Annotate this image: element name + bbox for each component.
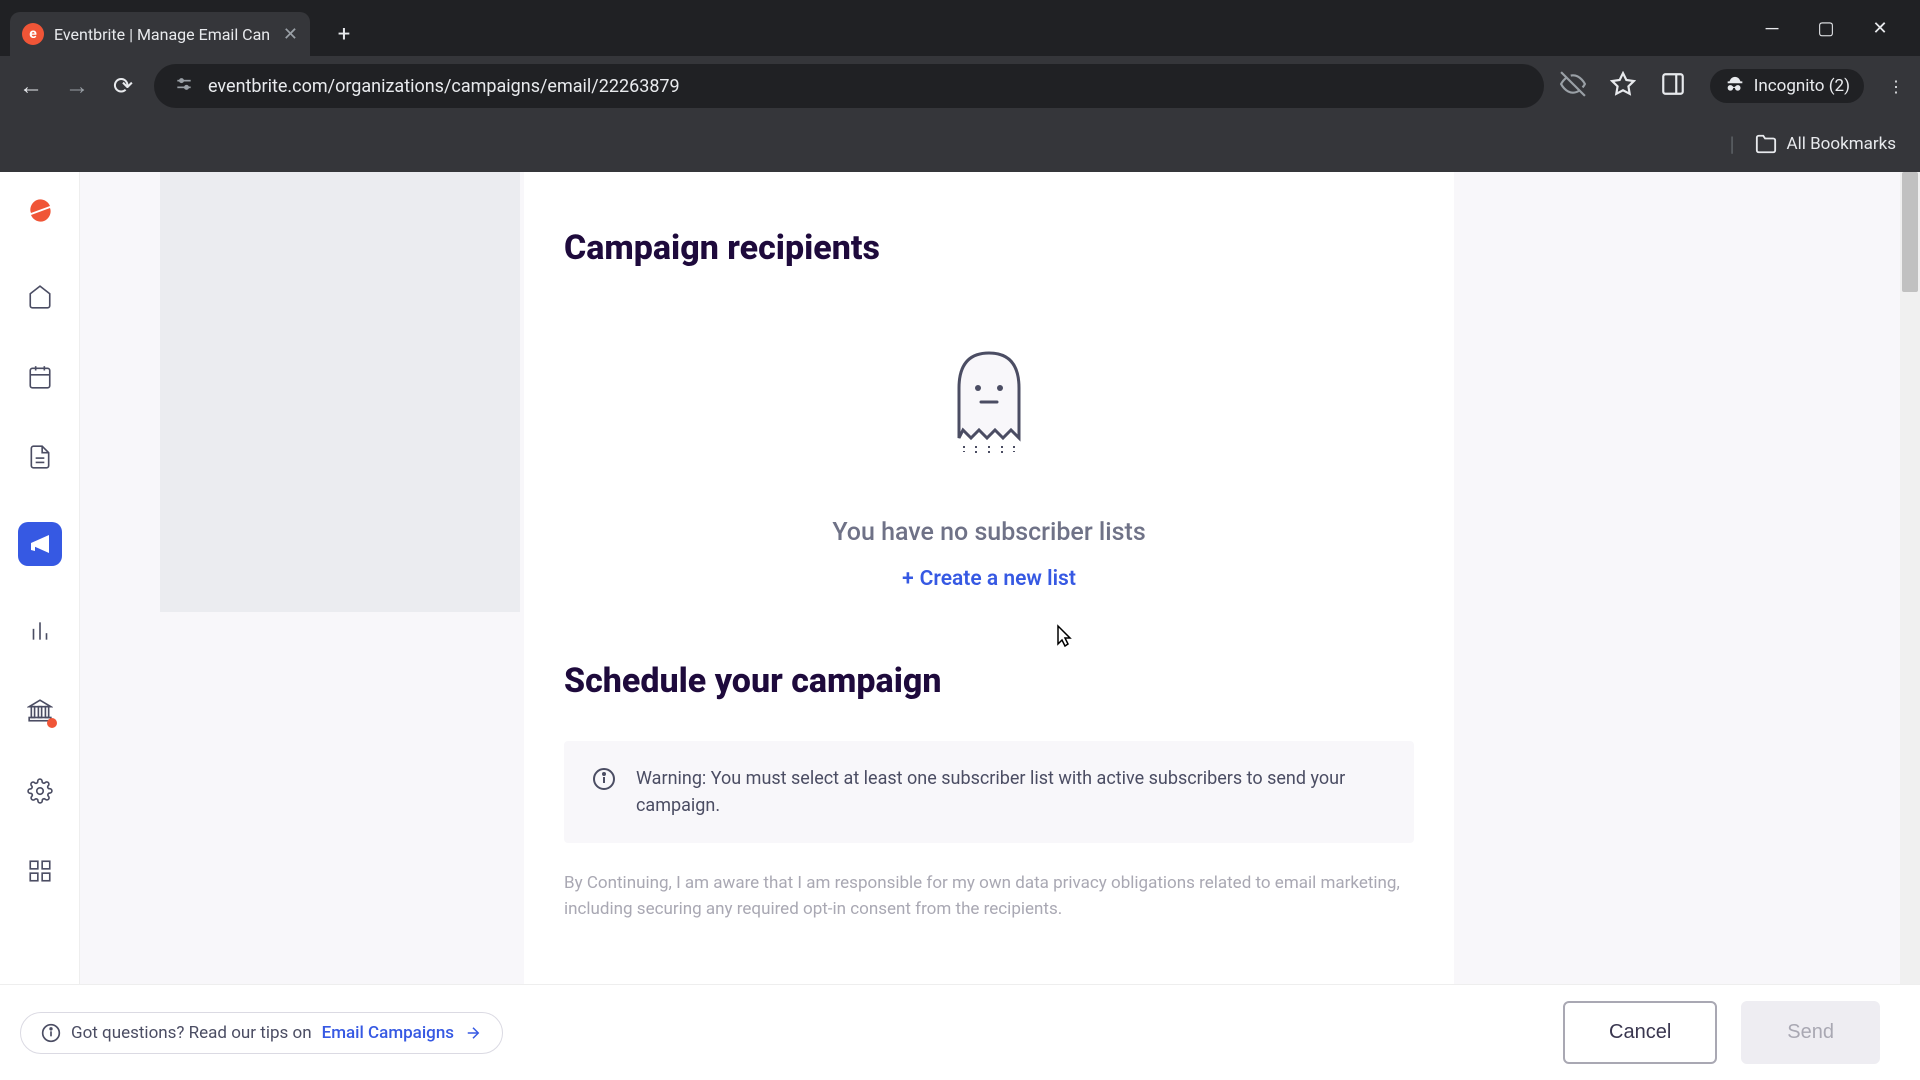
- disclaimer-text: By Continuing, I am aware that I am resp…: [564, 871, 1414, 922]
- gear-icon[interactable]: [25, 776, 55, 806]
- warning-text: Warning: You must select at least one su…: [636, 765, 1386, 819]
- main-card: Campaign recipients You have no subscrib…: [524, 172, 1454, 992]
- create-link-label: Create a new list: [920, 567, 1076, 591]
- eye-off-icon[interactable]: [1560, 71, 1586, 101]
- panel-icon[interactable]: [1660, 71, 1686, 101]
- help-chip[interactable]: Got questions? Read our tips on Email Ca…: [20, 1012, 503, 1054]
- reload-button[interactable]: ⟳: [108, 72, 138, 100]
- tab-title: Eventbrite | Manage Email Can: [54, 25, 273, 44]
- calendar-icon[interactable]: [25, 362, 55, 392]
- close-window-icon[interactable]: ✕: [1868, 18, 1892, 39]
- divider: |: [1730, 132, 1735, 156]
- page: Campaign recipients You have no subscrib…: [0, 172, 1920, 1080]
- bookmarks-row: | All Bookmarks: [0, 116, 1920, 172]
- eventbrite-logo-icon[interactable]: [22, 196, 58, 232]
- browser-tab[interactable]: e Eventbrite | Manage Email Can ✕: [10, 12, 310, 56]
- arrow-right-icon: [464, 1024, 482, 1042]
- empty-state-text: You have no subscriber lists: [832, 518, 1145, 547]
- bank-icon[interactable]: [25, 696, 55, 726]
- address-bar[interactable]: eventbrite.com/organizations/campaigns/e…: [154, 64, 1544, 108]
- info-icon: [41, 1023, 61, 1043]
- empty-state: You have no subscriber lists + Create a …: [564, 308, 1414, 641]
- star-icon[interactable]: [1610, 71, 1636, 101]
- footer-actions: Cancel Send: [1563, 1001, 1880, 1064]
- home-icon[interactable]: [25, 282, 55, 312]
- back-button[interactable]: ←: [16, 72, 46, 101]
- address-bar-icons: Incognito (2) ⋮: [1560, 69, 1904, 103]
- site-settings-icon[interactable]: [174, 74, 194, 98]
- help-link: Email Campaigns: [322, 1023, 454, 1043]
- schedule-title: Schedule your campaign: [564, 661, 1414, 701]
- browser-chrome: e Eventbrite | Manage Email Can ✕ + ─ ▢ …: [0, 0, 1920, 172]
- recipients-title: Campaign recipients: [564, 228, 1414, 268]
- ghost-icon: [934, 338, 1044, 468]
- info-icon: [592, 767, 616, 791]
- close-icon[interactable]: ✕: [283, 24, 298, 45]
- scrollbar[interactable]: [1900, 172, 1920, 1080]
- megaphone-icon[interactable]: [18, 522, 62, 566]
- create-new-list-link[interactable]: + Create a new list: [902, 567, 1076, 591]
- window-controls: ─ ▢ ✕: [1760, 18, 1920, 39]
- help-prefix: Got questions? Read our tips on: [71, 1023, 312, 1043]
- forward-button[interactable]: →: [62, 72, 92, 101]
- all-bookmarks-button[interactable]: All Bookmarks: [1755, 133, 1896, 155]
- cancel-button[interactable]: Cancel: [1563, 1001, 1717, 1064]
- sidebar: [0, 172, 80, 1080]
- document-icon[interactable]: [25, 442, 55, 472]
- address-bar-row: ← → ⟳ eventbrite.com/organizations/campa…: [0, 56, 1920, 116]
- url-text: eventbrite.com/organizations/campaigns/e…: [208, 76, 680, 97]
- folder-icon: [1755, 133, 1777, 155]
- bookmarks-label: All Bookmarks: [1787, 134, 1896, 154]
- apps-icon[interactable]: [25, 856, 55, 886]
- incognito-label: Incognito (2): [1754, 76, 1850, 96]
- warning-box: Warning: You must select at least one su…: [564, 741, 1414, 843]
- chart-icon[interactable]: [25, 616, 55, 646]
- maximize-icon[interactable]: ▢: [1814, 18, 1838, 39]
- tab-bar: e Eventbrite | Manage Email Can ✕ + ─ ▢ …: [0, 0, 1920, 56]
- footer-bar: Got questions? Read our tips on Email Ca…: [0, 984, 1920, 1080]
- minimize-icon[interactable]: ─: [1760, 18, 1784, 39]
- menu-icon[interactable]: ⋮: [1888, 77, 1904, 96]
- side-panel: [160, 172, 520, 612]
- send-button: Send: [1741, 1001, 1880, 1064]
- content-area: Campaign recipients You have no subscrib…: [80, 172, 1920, 1080]
- scrollbar-thumb[interactable]: [1902, 172, 1918, 292]
- new-tab-button[interactable]: +: [326, 16, 362, 52]
- notification-dot-icon: [47, 718, 57, 728]
- incognito-badge[interactable]: Incognito (2): [1710, 69, 1864, 103]
- plus-icon: +: [902, 567, 914, 591]
- favicon-icon: e: [22, 23, 44, 45]
